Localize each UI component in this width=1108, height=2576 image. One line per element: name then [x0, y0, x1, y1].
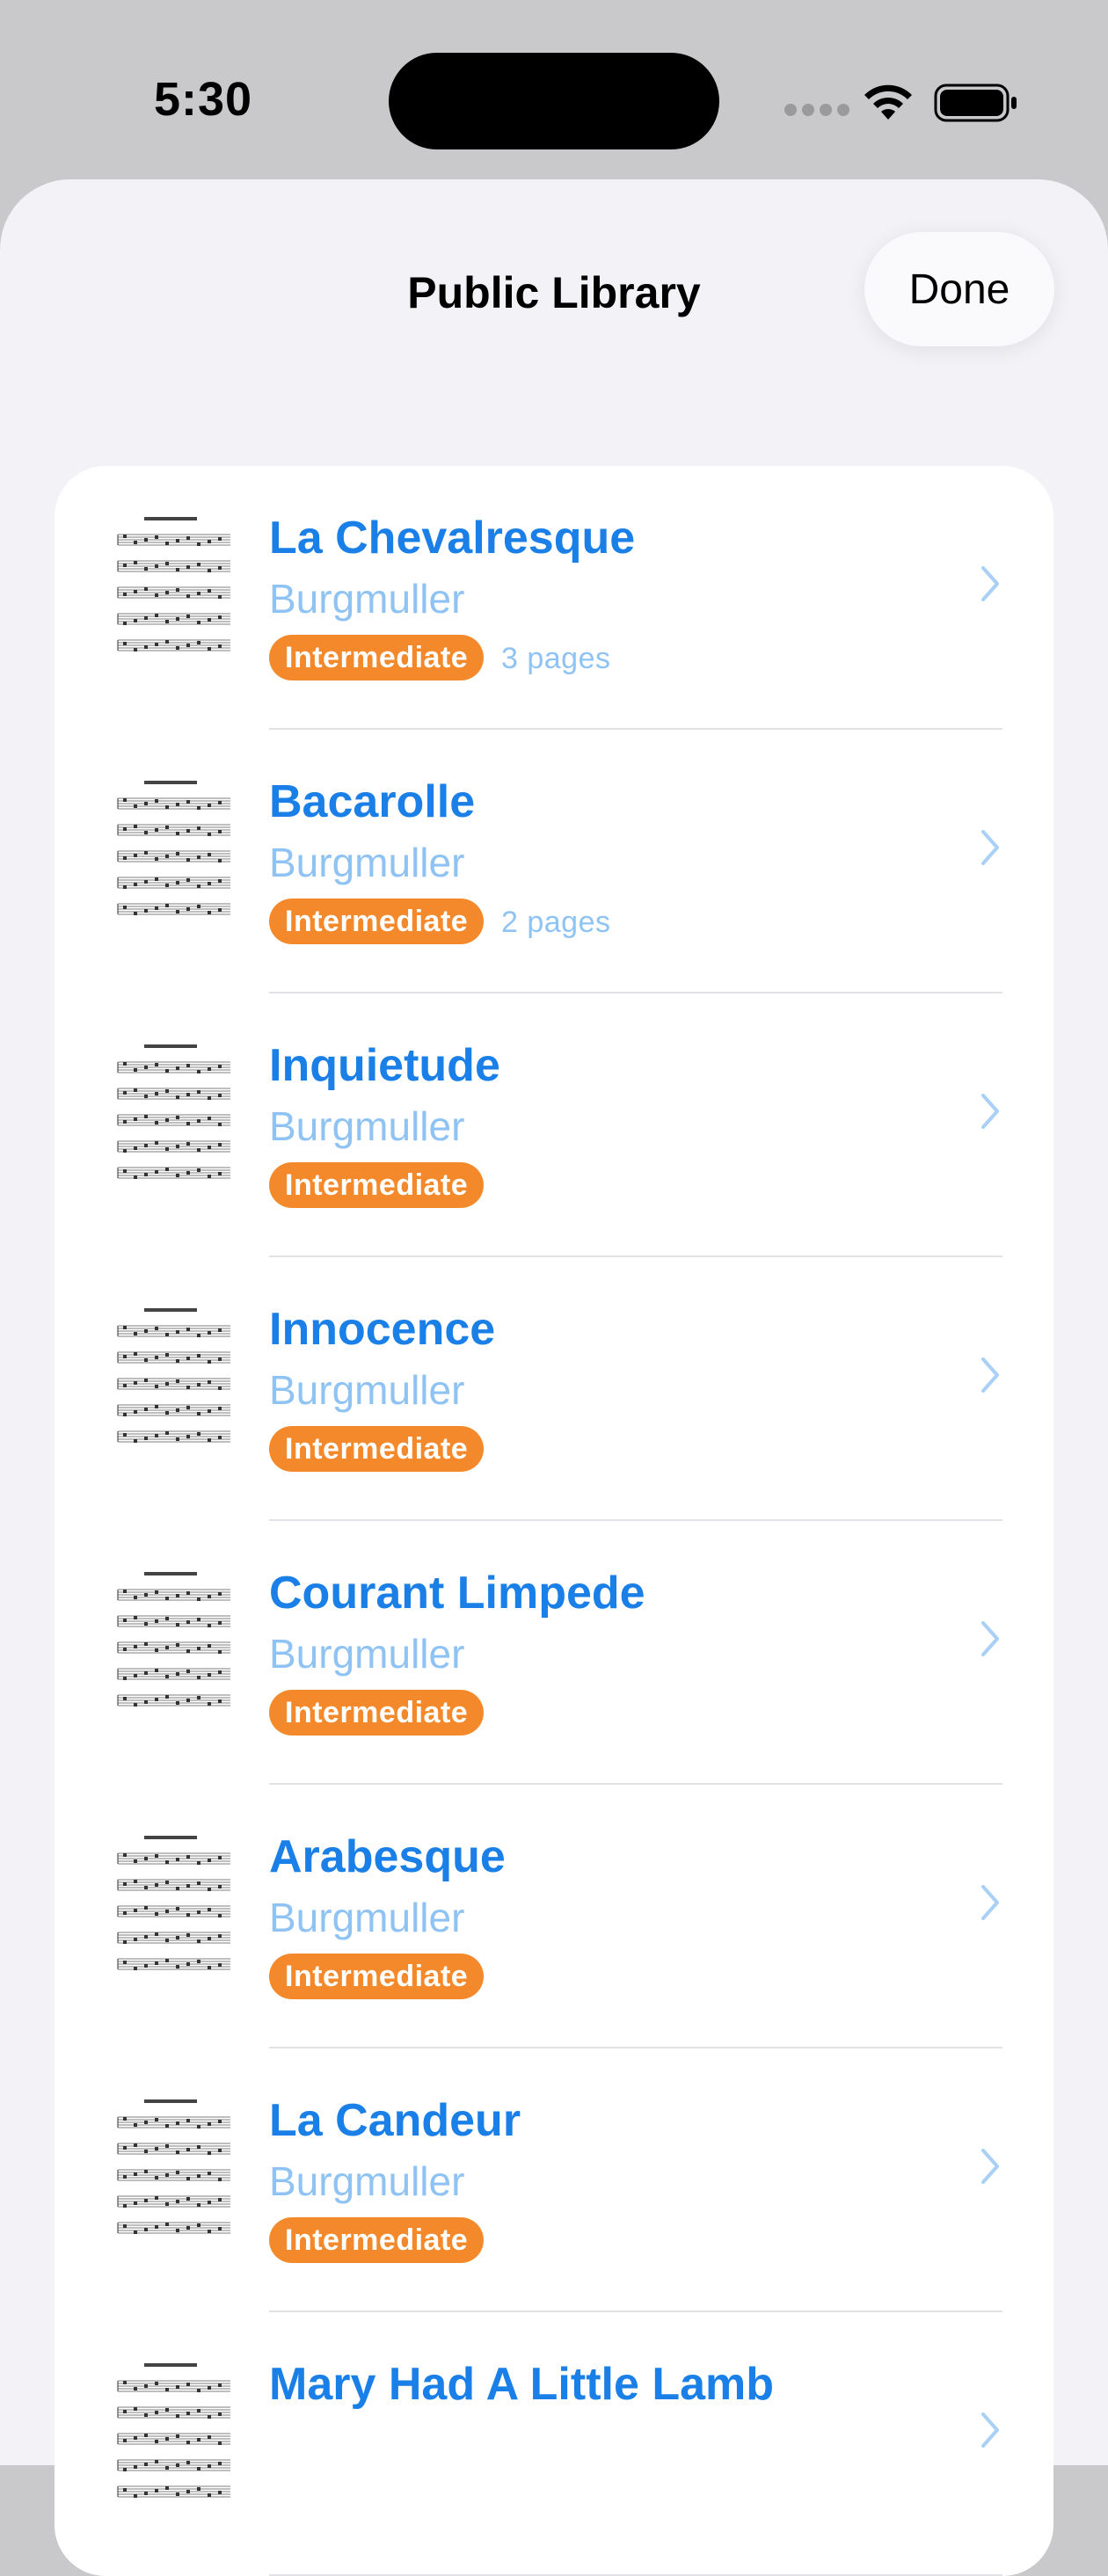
list-item[interactable]: Inquietude Burgmuller Intermediate [55, 993, 1053, 1257]
score-thumbnail-image [111, 1043, 234, 1201]
list-item[interactable]: Bacarolle Burgmuller Intermediate 2 pages [55, 730, 1053, 993]
list-item[interactable]: Courant Limpede Burgmuller Intermediate [55, 1521, 1053, 1785]
score-thumbnail-image [111, 2098, 234, 2256]
page-count: 2 pages [501, 906, 611, 939]
score-thumbnail-image [111, 779, 234, 937]
score-title: Bacarolle [269, 776, 476, 827]
list-item[interactable]: La Chevalresque Burgmuller Intermediate 3 p… [55, 466, 1053, 730]
score-composer: Burgmuller [269, 1631, 465, 1677]
chevron-right-icon [981, 1621, 999, 1656]
score-thumbnail-image [111, 2361, 234, 2520]
score-thumbnail-image [111, 1306, 234, 1465]
status-time: 5:30 [154, 73, 253, 126]
list-item[interactable]: Arabesque Burgmuller Intermediate [55, 1785, 1053, 2048]
score-title: La Chevalresque [269, 513, 636, 564]
list-item[interactable]: Innocence Burgmuller Intermediate [55, 1257, 1053, 1521]
score-thumbnail-image [111, 515, 234, 673]
difficulty-badge: Intermediate [269, 1162, 485, 1208]
chevron-right-icon [981, 566, 999, 601]
wifi-icon [864, 84, 912, 120]
score-composer: Burgmuller [269, 840, 465, 885]
chevron-right-icon [981, 2412, 999, 2448]
score-composer: Burgmuller [269, 1367, 465, 1413]
difficulty-badge: Intermediate [269, 1426, 485, 1472]
chevron-right-icon [981, 1094, 999, 1129]
score-title: Inquietude [269, 1040, 500, 1091]
score-composer: Burgmuller [269, 576, 465, 622]
score-composer: Burgmuller [269, 2158, 465, 2204]
chevron-right-icon [981, 1885, 999, 1920]
difficulty-badge: Intermediate [269, 1690, 485, 1736]
score-title: Courant Limpede [269, 1568, 645, 1619]
score-title: La Candeur [269, 2095, 521, 2146]
list-item[interactable]: La Candeur Burgmuller Intermediate [55, 2048, 1053, 2312]
done-button[interactable]: Done [864, 232, 1054, 346]
score-title: Arabesque [269, 1831, 506, 1882]
dynamic-island [389, 53, 719, 149]
page-count: 3 pages [501, 642, 611, 675]
chevron-right-icon [981, 2149, 999, 2184]
difficulty-badge: Intermediate [269, 2217, 485, 2263]
difficulty-badge: Intermediate [269, 899, 485, 944]
score-list: La Chevalresque Burgmuller Intermediate 3 p… [55, 466, 1053, 2576]
chevron-right-icon [981, 830, 999, 865]
score-composer: Burgmuller [269, 1895, 465, 1940]
score-thumbnail-image [111, 1570, 234, 1728]
score-title: Mary Had A Little Lamb [269, 2359, 775, 2410]
chevron-right-icon [981, 1357, 999, 1393]
score-thumbnail-image [111, 1834, 234, 1992]
list-item[interactable]: Mary Had A Little Lamb [55, 2312, 1053, 2576]
score-title: Innocence [269, 1304, 496, 1355]
cellular-signal-icon [784, 104, 855, 118]
library-sheet: Public Library Done La Chevalresque Burgm… [0, 179, 1108, 2576]
difficulty-badge: Intermediate [269, 635, 485, 680]
score-composer: Burgmuller [269, 1103, 465, 1149]
difficulty-badge: Intermediate [269, 1954, 485, 1999]
battery-icon [934, 84, 1017, 122]
